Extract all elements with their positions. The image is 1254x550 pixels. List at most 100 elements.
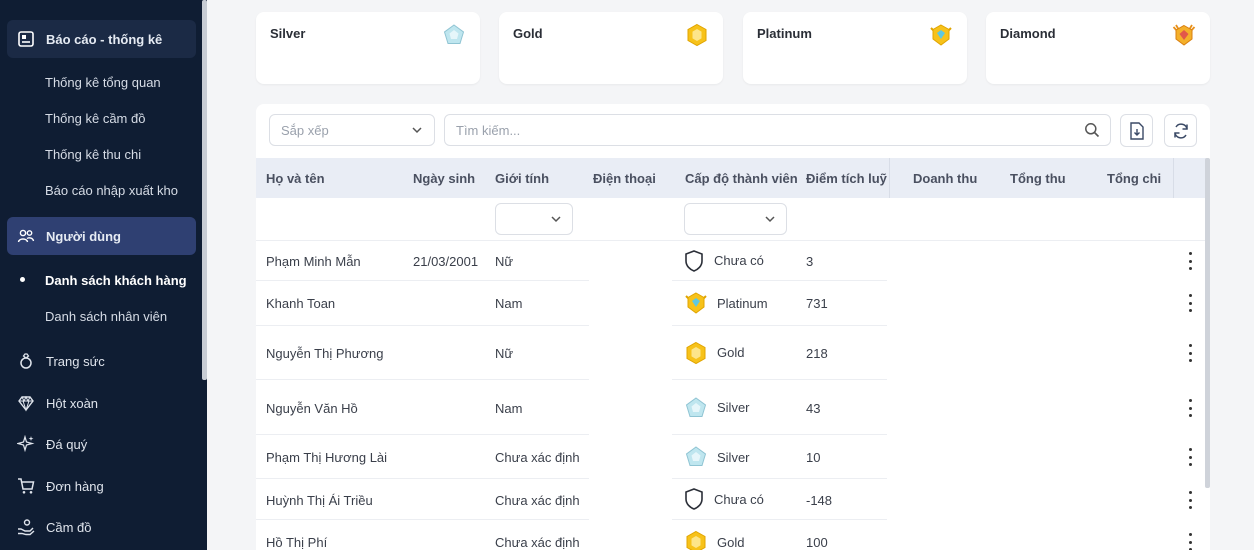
row-menu-button[interactable] [1186,399,1194,417]
cell-gender: Nam [495,296,523,311]
sidebar-item-inventory-report[interactable]: Báo cáo nhập xuất kho [45,183,178,198]
sidebar: Báo cáo - thống kê Thống kê tổng quan Th… [0,0,207,550]
table-row[interactable]: Phạm Minh Mẫn 21/03/2001 Nữ Chưa có 3 [256,241,1206,281]
row-menu-button[interactable] [1186,294,1194,312]
file-download-icon [1129,121,1144,140]
silver-badge-icon [443,24,465,44]
sidebar-item-overview[interactable]: Thống kê tổng quan [45,75,161,90]
diamond-badge-icon [1172,24,1196,46]
cell-points: -148 [806,493,833,508]
tier-card-gold[interactable]: Gold [499,12,723,84]
sparkle-icon [17,435,35,453]
search-icon[interactable] [1084,122,1100,138]
sidebar-item-orders[interactable]: Đơn hàng [17,476,104,496]
silver-badge-icon [685,446,707,466]
table-row[interactable]: Nguyễn Thị Phương Nữ Gold 218 [256,326,1206,380]
row-menu-button[interactable] [1186,491,1194,509]
sidebar-item-pawn-stats[interactable]: Thống kê cầm đồ [45,111,145,126]
gender-filter-select[interactable] [495,203,573,235]
sidebar-item-diamonds[interactable]: Hột xoàn [17,393,98,413]
cell-tier: Gold [717,345,745,360]
cell-name: Khanh Toan [266,296,336,311]
tier-filter-select[interactable] [684,203,787,235]
sidebar-item-label: Hột xoàn [46,395,99,411]
sidebar-group-users[interactable]: Người dùng [7,217,196,255]
tier-card-silver[interactable]: Silver [256,12,480,84]
col-header-tier[interactable]: Cấp độ thành viên [685,171,798,186]
chevron-down-icon [551,216,561,223]
sidebar-item-jewelry[interactable]: Trang sức [17,351,105,371]
cell-gender: Chưa xác định [495,493,580,508]
sidebar-item-label: Đá quý [46,436,88,452]
customer-table-panel: Sắp xếp Họ và tên Ngày sinh Giới tính Đi… [256,104,1210,550]
sort-select[interactable]: Sắp xếp [269,114,435,146]
col-header-total-income[interactable]: Tổng thu [1010,171,1066,186]
col-header-name[interactable]: Họ và tên [266,171,325,186]
row-menu-button[interactable] [1186,448,1194,466]
col-header-phone[interactable]: Điện thoại [593,171,656,186]
table-header: Họ và tên Ngày sinh Giới tính Điện thoại… [256,158,1206,198]
silver-badge-icon [685,397,707,417]
users-icon [17,227,35,245]
cell-points: 100 [806,535,828,550]
col-header-gender[interactable]: Giới tính [495,171,549,186]
search-box[interactable] [444,114,1111,146]
table-row[interactable]: Nguyễn Văn Hồ Nam Silver 43 [256,380,1206,435]
shield-outline-icon [685,488,703,510]
col-header-total-expense[interactable]: Tổng chi [1107,171,1161,186]
col-header-dob[interactable]: Ngày sinh [413,171,475,186]
cell-name: Phạm Minh Mẫn [266,254,361,269]
refresh-button[interactable] [1164,114,1197,147]
table-row[interactable]: Phạm Thị Hương Lài Chưa xác định Silver … [256,435,1206,479]
sidebar-item-customers[interactable]: Danh sách khách hàng [45,273,187,288]
cell-name: Phạm Thị Hương Lài [266,450,388,465]
search-input[interactable] [456,115,1056,145]
ring-icon [17,352,35,370]
cell-tier: Silver [717,450,750,465]
sidebar-item-pawn[interactable]: Cầm đồ [17,517,92,537]
gold-badge-icon [686,530,706,550]
column-divider [1173,158,1174,198]
tier-card-platinum[interactable]: Platinum [743,12,967,84]
cell-tier: Chưa có [714,253,764,268]
table-row[interactable]: Huỳnh Thị Ái Triều Chưa xác định Chưa có… [256,479,1206,520]
sidebar-item-label: Trang sức [46,353,105,369]
table-row[interactable]: Hồ Thị Phí Chưa xác định Gold 100 [256,520,1206,550]
sort-placeholder: Sắp xếp [281,122,329,138]
sidebar-item-employees[interactable]: Danh sách nhân viên [45,309,167,324]
diamond-icon [17,394,35,412]
cell-gender: Nữ [495,346,514,361]
table-scrollbar[interactable] [1205,158,1210,488]
export-button[interactable] [1120,114,1153,147]
col-header-revenue[interactable]: Doanh thu [913,171,977,186]
cell-points: 218 [806,346,828,361]
row-menu-button[interactable] [1186,533,1194,550]
chevron-down-icon [412,127,422,134]
tier-name: Diamond [1000,26,1056,41]
tier-card-diamond[interactable]: Diamond [986,12,1210,84]
cell-gender: Chưa xác định [495,450,580,465]
cell-dob: 21/03/2001 [413,254,479,269]
chevron-down-icon [765,216,775,223]
cell-name: Huỳnh Thị Ái Triều [266,493,373,508]
row-menu-button[interactable] [1186,344,1194,362]
sidebar-item-label: Cầm đồ [46,519,92,535]
cell-tier: Platinum [717,296,768,311]
cell-gender: Nữ [495,254,514,269]
sidebar-group-label: Báo cáo - thống kê [46,31,163,47]
table-row[interactable]: Khanh Toan Nam Platinum 731 [256,281,1206,326]
col-header-points[interactable]: Điểm tích luỹ [806,171,887,186]
cell-gender: Nam [495,401,523,416]
cell-points: 43 [806,401,821,416]
sidebar-item-income-stats[interactable]: Thống kê thu chi [45,147,141,162]
sidebar-scrollbar[interactable] [202,0,207,380]
sidebar-item-gemstones[interactable]: Đá quý [17,434,87,454]
sidebar-group-reports[interactable]: Báo cáo - thống kê [7,20,196,58]
row-menu-button[interactable] [1186,252,1194,270]
cell-points: 10 [806,450,821,465]
platinum-badge-icon [685,292,707,314]
tier-name: Silver [270,26,306,41]
column-divider [889,158,890,198]
cell-points: 731 [806,296,828,311]
gold-badge-icon [686,341,706,365]
